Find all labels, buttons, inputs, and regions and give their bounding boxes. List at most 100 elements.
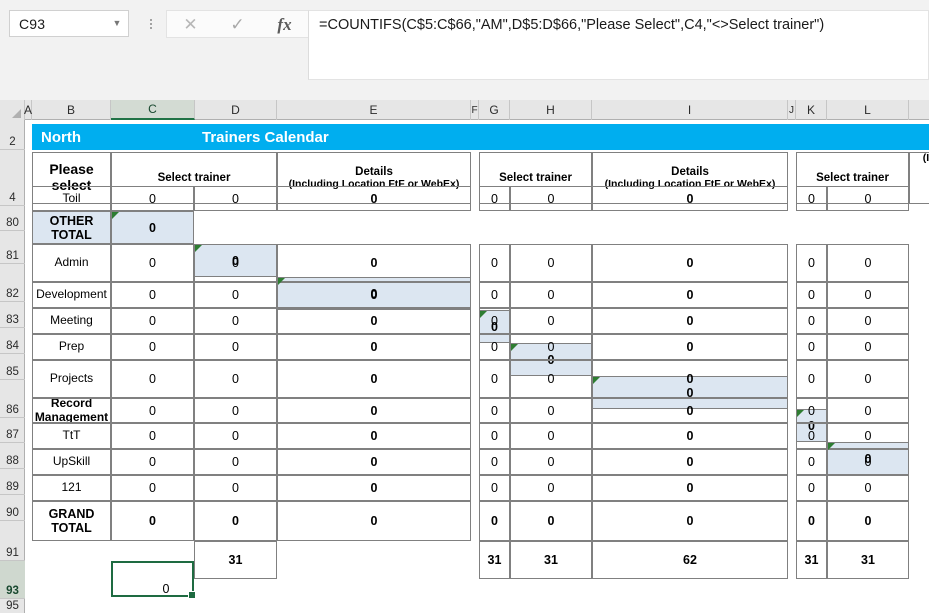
cancel-icon[interactable]: ✕ [167, 16, 214, 33]
cell-r80-c3[interactable]: 0 [479, 186, 510, 211]
row-label-grand total[interactable]: GRAND TOTAL [32, 501, 111, 541]
cell-r91-c5[interactable]: 0 [592, 501, 788, 541]
cell-r80-c6[interactable]: 0 [796, 186, 827, 211]
cell-r83-c0[interactable]: 0 [111, 282, 194, 308]
cell-r87-c4[interactable]: 0 [510, 398, 592, 423]
cell-r90-c0[interactable]: 0 [111, 475, 194, 501]
cell-r89-c4[interactable]: 0 [510, 449, 592, 475]
cell-r88-c4[interactable]: 0 [510, 423, 592, 449]
row-label-toil[interactable]: Toil [32, 186, 111, 211]
row-label-ttt[interactable]: TtT [32, 423, 111, 449]
cell-r88-c2[interactable]: 0 [277, 423, 471, 449]
cell-r84-c6[interactable]: 0 [796, 308, 827, 334]
cell-r80-c0[interactable]: 0 [111, 186, 194, 211]
column-header-b[interactable]: B [32, 100, 111, 120]
row-header-80[interactable]: 80 [0, 206, 25, 231]
cell-r82-c2[interactable]: 0 [277, 244, 471, 282]
cell-r88-c6[interactable]: 0 [796, 423, 827, 449]
cell-r90-c7[interactable]: 0 [827, 475, 909, 501]
cell-r84-c0[interactable]: 0 [111, 308, 194, 334]
cell-r86-c4[interactable]: 0 [510, 360, 592, 398]
cell-r83-c5[interactable]: 0 [592, 282, 788, 308]
cell-r83-c3[interactable]: 0 [479, 282, 510, 308]
cell-r93-c4[interactable]: 31 [510, 541, 592, 579]
row-header-86[interactable]: 86 [0, 380, 25, 418]
cell-r85-c4[interactable]: 0 [510, 334, 592, 360]
cell-r80-c1[interactable]: 0 [194, 186, 277, 211]
cell-r89-c1[interactable]: 0 [194, 449, 277, 475]
cell-r91-c7[interactable]: 0 [827, 501, 909, 541]
cell-r88-c3[interactable]: 0 [479, 423, 510, 449]
cell-r89-c7[interactable]: 0 [827, 449, 909, 475]
cell-r85-c1[interactable]: 0 [194, 334, 277, 360]
cell-r87-c0[interactable]: 0 [111, 398, 194, 423]
cell-r83-c2[interactable]: 0 [277, 282, 471, 308]
row-header-2[interactable]: 2 [0, 120, 25, 150]
cell-r88-c7[interactable]: 0 [827, 423, 909, 449]
cell-r91-c4[interactable]: 0 [510, 501, 592, 541]
row-label-prep[interactable]: Prep [32, 334, 111, 360]
cell-r87-c2[interactable]: 0 [277, 398, 471, 423]
cell-r82-c5[interactable]: 0 [592, 244, 788, 282]
row-header-88[interactable]: 88 [0, 443, 25, 469]
more-options-icon[interactable] [144, 12, 158, 36]
cell-r93-c7[interactable]: 31 [827, 541, 909, 579]
column-header-g[interactable]: G [479, 100, 510, 120]
cell-r84-c1[interactable]: 0 [194, 308, 277, 334]
cell-r89-c3[interactable]: 0 [479, 449, 510, 475]
row-label-upskill[interactable]: UpSkill [32, 449, 111, 475]
cell-r89-c5[interactable]: 0 [592, 449, 788, 475]
row-header-91[interactable]: 91 [0, 521, 25, 561]
cell-r91-c0[interactable]: 0 [111, 501, 194, 541]
row-label-121[interactable]: 121 [32, 475, 111, 501]
column-header-a[interactable]: A [24, 100, 32, 120]
cell-r80-c2[interactable]: 0 [277, 186, 471, 211]
cell-r85-c7[interactable]: 0 [827, 334, 909, 360]
cell-r93-c5[interactable]: 62 [592, 541, 788, 579]
cell-r87-c7[interactable]: 0 [827, 398, 909, 423]
cell-r90-c6[interactable]: 0 [796, 475, 827, 501]
cell-r85-c6[interactable]: 0 [796, 334, 827, 360]
cell-r90-c4[interactable]: 0 [510, 475, 592, 501]
cell-r85-c3[interactable]: 0 [479, 334, 510, 360]
cell-r90-c5[interactable]: 0 [592, 475, 788, 501]
cell-r83-c1[interactable]: 0 [194, 282, 277, 308]
confirm-icon[interactable]: ✓ [214, 16, 261, 33]
chevron-down-icon[interactable]: ▼ [110, 19, 124, 28]
cell-r93-c6[interactable]: 31 [796, 541, 827, 579]
cell-r90-c2[interactable]: 0 [277, 475, 471, 501]
cell-r91-c6[interactable]: 0 [796, 501, 827, 541]
column-header-m[interactable] [909, 100, 929, 120]
column-header-h[interactable]: H [510, 100, 592, 120]
cell-r88-c5[interactable]: 0 [592, 423, 788, 449]
cell-r84-c2[interactable]: 0 [277, 308, 471, 334]
cell-r89-c0[interactable]: 0 [111, 449, 194, 475]
column-header-f[interactable]: F [471, 100, 479, 120]
name-box[interactable]: C93 ▼ [9, 10, 129, 37]
cell-r88-c1[interactable]: 0 [194, 423, 277, 449]
row-label-development[interactable]: Development [32, 282, 111, 308]
row-header-84[interactable]: 84 [0, 328, 25, 354]
cell-r89-c2[interactable]: 0 [277, 449, 471, 475]
row-header-89[interactable]: 89 [0, 469, 25, 495]
cell-r91-c2[interactable]: 0 [277, 501, 471, 541]
cell-r82-c6[interactable]: 0 [796, 244, 827, 282]
cell-r93-c1[interactable]: 31 [194, 541, 277, 579]
column-header-k[interactable]: K [796, 100, 827, 120]
cell-r89-c6[interactable]: 0 [796, 449, 827, 475]
column-header-i[interactable]: I [592, 100, 788, 120]
cell-r87-c5[interactable]: 0 [592, 398, 788, 423]
cell-r83-c4[interactable]: 0 [510, 282, 592, 308]
cell-r90-c1[interactable]: 0 [194, 475, 277, 501]
row-label-other total[interactable]: OTHER TOTAL [32, 211, 111, 244]
cell-r86-c3[interactable]: 0 [479, 360, 510, 398]
cell-r84-c5[interactable]: 0 [592, 308, 788, 334]
cell-r82-c7[interactable]: 0 [827, 244, 909, 282]
column-header-d[interactable]: D [195, 100, 277, 120]
cell-r83-c7[interactable]: 0 [827, 282, 909, 308]
cell-r90-c3[interactable]: 0 [479, 475, 510, 501]
cell-r82-c0[interactable]: 0 [111, 244, 194, 282]
cell-r91-c3[interactable]: 0 [479, 501, 510, 541]
row-header-90[interactable]: 90 [0, 495, 25, 521]
cell-r83-c6[interactable]: 0 [796, 282, 827, 308]
